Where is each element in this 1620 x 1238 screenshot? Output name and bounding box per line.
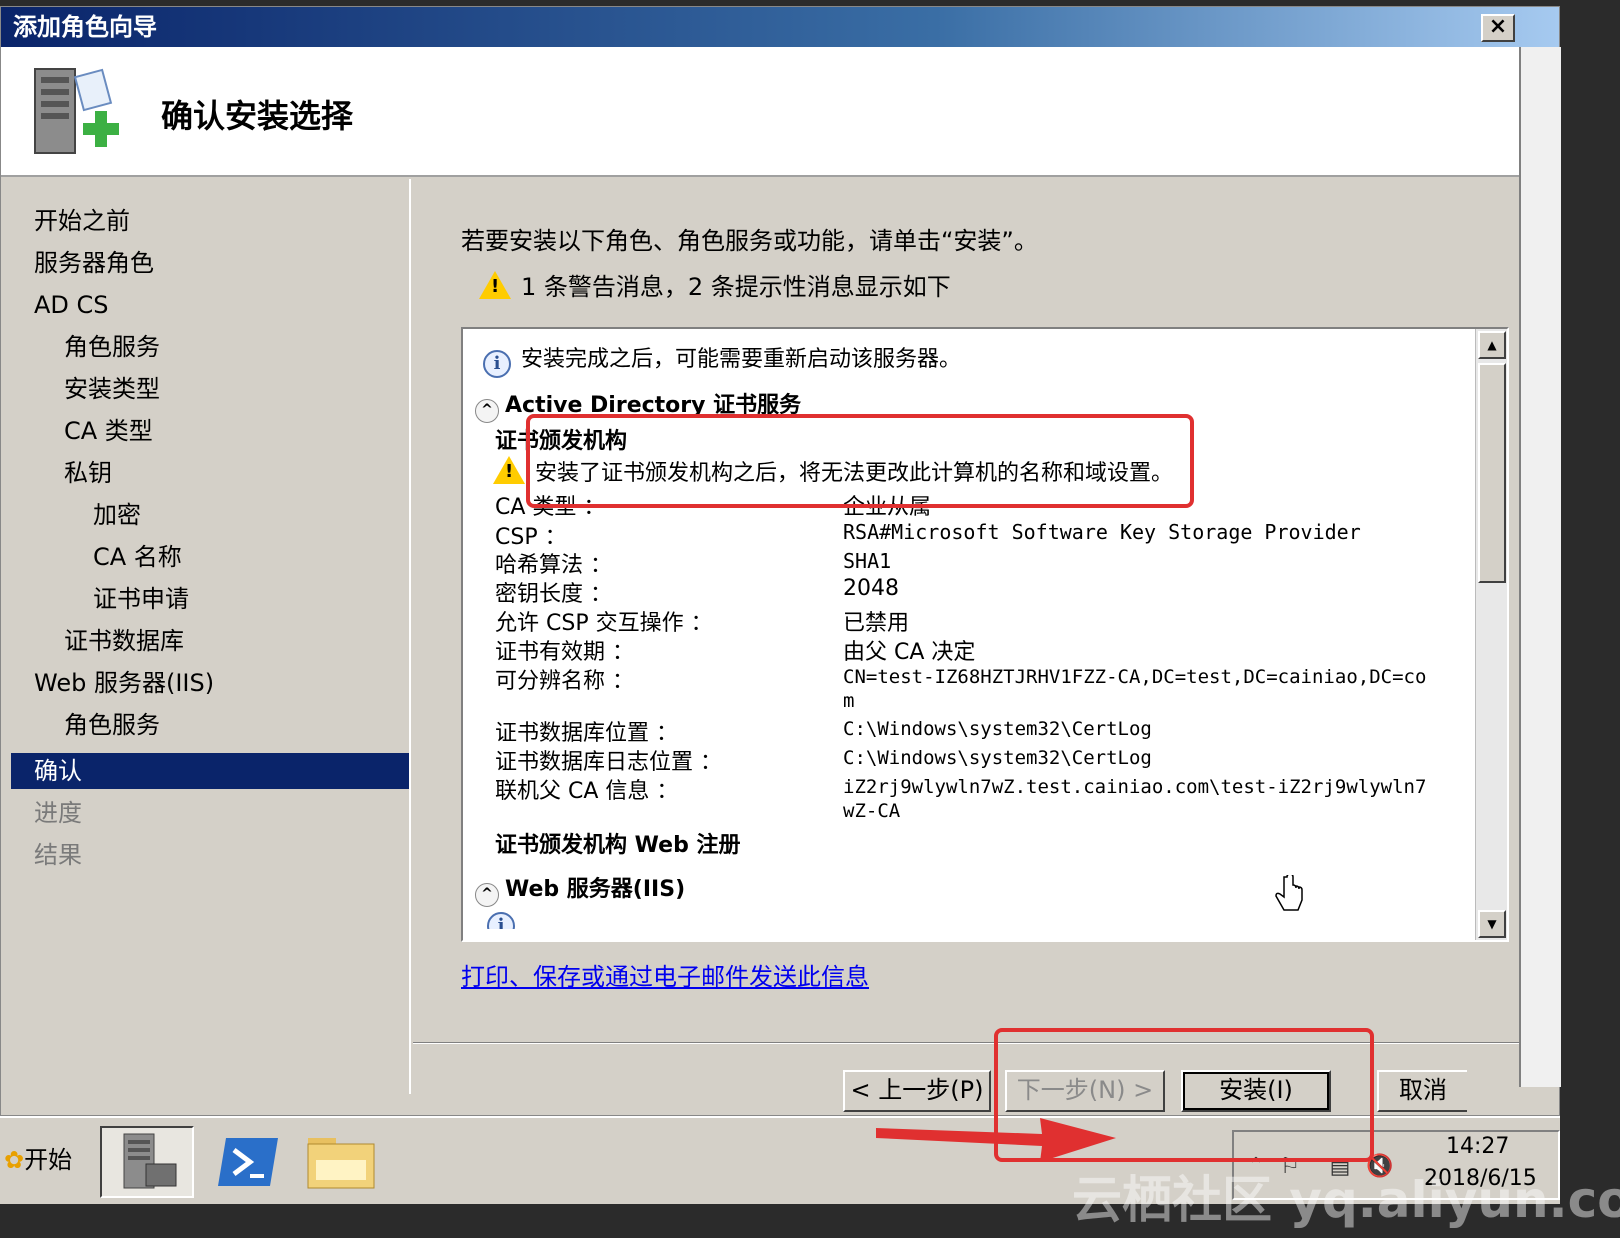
server-manager-icon bbox=[123, 1133, 177, 1189]
prop-label: 密钥长度 ： bbox=[495, 582, 612, 607]
scroll-down-arrow-icon[interactable]: ▼ bbox=[1478, 910, 1506, 938]
vertical-scrollbar[interactable]: ▲ ▼ bbox=[1475, 329, 1507, 940]
nav-step-role-services[interactable]: 角色服务 bbox=[64, 329, 160, 365]
info-icon: i bbox=[483, 350, 511, 378]
nav-step-setup-type[interactable]: 安装类型 bbox=[64, 371, 160, 407]
scroll-thumb[interactable] bbox=[1478, 363, 1506, 583]
prop-label: 证书数据库日志位置 ： bbox=[495, 750, 722, 775]
windows-logo-icon: ✿ bbox=[4, 1146, 25, 1174]
window-title: 添加角色向导 bbox=[13, 13, 157, 41]
prop-label: 联机父 CA 信息 ： bbox=[495, 779, 679, 804]
section-iis-title: Web 服务器(IIS) bbox=[505, 877, 686, 902]
nav-step-ca-name[interactable]: CA 名称 bbox=[93, 539, 182, 575]
restart-info-text: 安装完成之后，可能需要重新启动该服务器。 bbox=[521, 347, 962, 372]
prop-value: 已禁用 bbox=[843, 611, 910, 636]
taskbar-powershell[interactable] bbox=[210, 1126, 304, 1198]
prop-label: 证书数据库位置 ： bbox=[495, 721, 678, 746]
section-web-server-iis[interactable]: ^ Web 服务器(IIS) bbox=[475, 871, 685, 907]
prop-value-wrap: wZ-CA bbox=[843, 800, 901, 822]
print-save-email-link[interactable]: 打印、保存或通过电子邮件发送此信息 bbox=[461, 957, 869, 992]
prop-value: CN=test-IZ68HZTJRHV1FZZ-CA,DC=test,DC=ca… bbox=[843, 666, 1427, 688]
nav-step-before-you-begin[interactable]: 开始之前 bbox=[34, 203, 130, 239]
start-label: 开始 bbox=[24, 1146, 73, 1174]
prop-label: 哈希算法 ： bbox=[495, 553, 612, 578]
nav-step-ad-cs[interactable]: AD CS bbox=[34, 287, 109, 323]
watermark: 云栖社区 yq.aliyun.com bbox=[1072, 1171, 1620, 1229]
confirmation-content: 若要安装以下角色、角色服务或功能，请单击“安装”。 1 条警告消息，2 条提示性… bbox=[413, 179, 1519, 1039]
nav-step-results: 结果 bbox=[34, 841, 82, 869]
nav-step-iis-role-services[interactable]: 角色服务 bbox=[64, 707, 160, 743]
prop-value: 2048 bbox=[843, 576, 899, 601]
window-edge-strip bbox=[1519, 47, 1561, 1087]
hand-cursor-icon bbox=[1275, 875, 1303, 911]
scroll-up-arrow-icon[interactable]: ▲ bbox=[1478, 331, 1506, 359]
warning-summary: 1 条警告消息，2 条提示性消息显示如下 bbox=[479, 267, 951, 302]
nav-step-confirmation[interactable]: 确认 bbox=[11, 753, 409, 789]
prop-value: C:\Windows\system32\CertLog bbox=[843, 718, 1152, 740]
add-roles-wizard-window: 添加角色向导 × 确认安装选择 开始之前 服务器角色 AD CS 角色服务 安装… bbox=[0, 6, 1561, 1116]
page-title: 确认安装选择 bbox=[161, 97, 354, 135]
nav-step-progress: 进度 bbox=[34, 799, 82, 827]
wizard-step-nav: 开始之前 服务器角色 AD CS 角色服务 安装类型 CA 类型 私钥 加密 C… bbox=[1, 179, 411, 1094]
annotation-arrow-icon bbox=[876, 1118, 1116, 1162]
nav-step-server-roles[interactable]: 服务器角色 bbox=[34, 245, 154, 281]
prop-value: C:\Windows\system32\CertLog bbox=[843, 747, 1152, 769]
warning-icon bbox=[479, 271, 511, 299]
warning-summary-text: 1 条警告消息，2 条提示性消息显示如下 bbox=[521, 273, 951, 301]
taskbar-server-manager[interactable] bbox=[100, 1126, 194, 1198]
nav-step-certificate-request[interactable]: 证书申请 bbox=[93, 581, 189, 617]
close-button[interactable]: × bbox=[1481, 14, 1515, 42]
prop-value-wrap: m bbox=[843, 690, 855, 712]
prop-value: iZ2rj9wlywln7wZ.test.cainiao.com\test-iZ… bbox=[843, 776, 1427, 798]
nav-step-certificate-database[interactable]: 证书数据库 bbox=[64, 623, 184, 659]
start-button[interactable]: ✿开始 bbox=[0, 1132, 82, 1188]
prop-label: 可分辨名称 ： bbox=[495, 669, 634, 694]
prop-label: 证书有效期 ： bbox=[495, 640, 634, 665]
nav-step-private-key[interactable]: 私钥 bbox=[64, 455, 112, 491]
powershell-icon bbox=[218, 1138, 278, 1186]
nav-step-cryptography[interactable]: 加密 bbox=[93, 497, 141, 533]
cancel-button[interactable]: 取消 bbox=[1377, 1070, 1467, 1112]
nav-step-web-server-iis[interactable]: Web 服务器(IIS) bbox=[34, 665, 214, 701]
subsection-web-enrollment: 证书颁发机构 Web 注册 bbox=[495, 833, 741, 858]
prop-value: 由父 CA 决定 bbox=[843, 640, 976, 665]
prop-label: 允许 CSP 交互操作 ： bbox=[495, 611, 713, 636]
annotation-highlight-warning bbox=[526, 414, 1194, 508]
server-add-role-icon bbox=[34, 68, 119, 154]
info-icon: i bbox=[487, 912, 515, 929]
wizard-header: 确认安装选择 bbox=[1, 47, 1561, 177]
intro-text: 若要安装以下角色、角色服务或功能，请单击“安装”。 bbox=[461, 227, 1038, 255]
prop-value: SHA1 bbox=[843, 549, 892, 573]
collapse-chevron-icon[interactable]: ^ bbox=[475, 883, 499, 907]
title-bar[interactable]: 添加角色向导 bbox=[1, 7, 1559, 47]
warning-icon bbox=[493, 456, 525, 484]
restart-info-message: i 安装完成之后，可能需要重新启动该服务器。 bbox=[483, 341, 961, 378]
taskbar-explorer[interactable] bbox=[300, 1126, 394, 1198]
folder-icon bbox=[307, 1138, 375, 1189]
prop-value: RSA#Microsoft Software Key Storage Provi… bbox=[843, 520, 1361, 544]
nav-step-ca-type[interactable]: CA 类型 bbox=[64, 413, 153, 449]
clock-time[interactable]: 14:27 bbox=[1446, 1134, 1509, 1159]
screenshot-frame: 添加角色向导 × 确认安装选择 开始之前 服务器角色 AD CS 角色服务 安装… bbox=[0, 0, 1620, 1238]
collapse-chevron-icon[interactable]: ^ bbox=[475, 399, 499, 423]
